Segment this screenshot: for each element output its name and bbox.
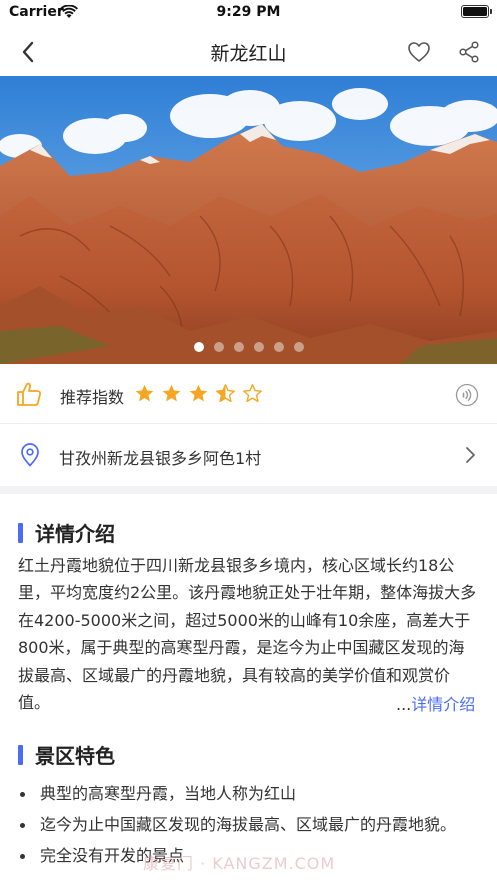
share-button[interactable] (455, 38, 483, 66)
location-pin-icon (21, 443, 39, 467)
status-bar: Carrier 9:29 PM (0, 0, 497, 26)
section-accent-bar (18, 744, 23, 765)
carousel-indicator (0, 342, 497, 352)
section-accent-bar (18, 522, 23, 543)
detail-section-header: 详情介绍 (18, 518, 115, 547)
star-half-icon (216, 384, 235, 403)
carousel-dot[interactable] (193, 342, 204, 352)
hero-carousel[interactable] (0, 76, 497, 364)
section-divider (0, 486, 497, 494)
star-full-icon (162, 384, 181, 402)
mountain-photo (0, 76, 497, 364)
clock: 9:29 PM (216, 4, 281, 20)
carousel-dot[interactable] (213, 342, 224, 352)
thumbs-up-icon (17, 382, 42, 406)
heart-icon (408, 42, 430, 62)
favorite-button[interactable] (405, 38, 433, 66)
star-full-icon (135, 384, 154, 402)
more-label: 详情介绍 (411, 695, 476, 714)
star-empty-icon (243, 384, 262, 403)
carousel-dot[interactable] (233, 342, 244, 352)
list-item: 典型的高寒型丹霞，当地人称为红山 (18, 779, 480, 808)
list-item: 迄今为止中国藏区发现的海拔最高、区域最广的丹霞地貌。 (18, 810, 480, 839)
battery-icon (461, 5, 492, 18)
share-icon (459, 41, 479, 63)
address-text: 甘孜州新龙县银多乡阿色1村 (59, 449, 262, 468)
star-rating (134, 383, 263, 404)
audio-guide-icon[interactable] (455, 383, 479, 407)
carousel-dot[interactable] (273, 342, 284, 352)
rating-label: 推荐指数 (60, 388, 125, 407)
detail-section-title: 详情介绍 (35, 522, 115, 546)
features-section-header: 景区特色 (18, 740, 115, 769)
rating-row: 推荐指数 (0, 364, 497, 424)
detail-more-link[interactable]: ...详情介绍 (396, 691, 475, 715)
star-full-icon (189, 384, 208, 402)
carousel-dot[interactable] (293, 342, 304, 352)
features-section-title: 景区特色 (35, 744, 115, 768)
watermark: 康复门 · KANGZM.COM (143, 854, 336, 873)
carousel-dot[interactable] (253, 342, 264, 352)
address-row[interactable]: 甘孜州新龙县银多乡阿色1村 (0, 424, 497, 486)
chevron-right-icon (466, 447, 475, 463)
navigation-bar: 新龙红山 (0, 26, 497, 76)
more-ellipsis: ... (396, 695, 412, 714)
